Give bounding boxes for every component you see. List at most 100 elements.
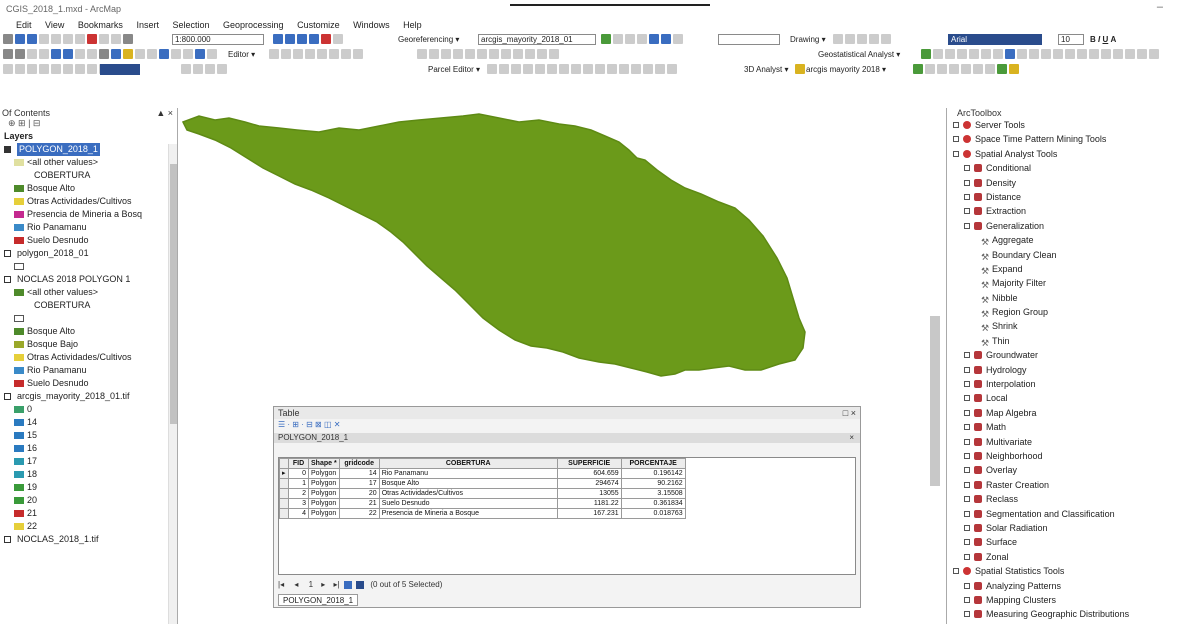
parcel-construct-icon[interactable] (547, 64, 557, 74)
interpolate-polygon-icon[interactable] (985, 64, 995, 74)
toolbox-item[interactable]: Solar Radiation (947, 521, 1177, 535)
toc-row[interactable]: COBERTURA (0, 299, 177, 312)
delete-icon[interactable] (87, 34, 97, 44)
menu-bookmarks[interactable]: Bookmarks (78, 18, 123, 32)
table-cell[interactable]: Polygon (308, 468, 340, 479)
table-cell[interactable]: 22 (338, 508, 380, 519)
toolbox-item[interactable]: Extraction (947, 204, 1177, 218)
table-cell[interactable]: 0.361834 (620, 498, 686, 509)
prev-record-icon[interactable]: ◂ (294, 580, 298, 589)
toc-row[interactable]: Presencia de Mineria a Bosq (0, 208, 177, 221)
table-cell[interactable]: 3.15508 (620, 488, 686, 499)
underline-button[interactable]: U (1102, 35, 1108, 44)
redo-icon[interactable] (111, 34, 121, 44)
toc-row[interactable]: Otras Actividades/Cultivos (0, 351, 177, 364)
toc-row[interactable]: Bosque Alto (0, 325, 177, 338)
adjust-icon[interactable] (1125, 49, 1135, 59)
expand-icon[interactable] (964, 467, 970, 474)
layer-visibility-checkbox[interactable] (4, 146, 11, 153)
toc-row[interactable]: Rio Panamanu (0, 221, 177, 234)
toc-row[interactable]: Rio Panamanu (0, 364, 177, 377)
text-icon[interactable] (869, 34, 879, 44)
rotate-element-icon[interactable] (845, 34, 855, 44)
toolbox-tool[interactable]: ⚒ Aggregate (947, 233, 1177, 247)
toc-tabs[interactable]: ⊕ ⊞ | ⊟ (0, 118, 177, 130)
toc-row[interactable]: COBERTURA (0, 169, 177, 182)
paste-icon[interactable] (75, 34, 85, 44)
expand-icon[interactable] (964, 352, 970, 359)
back-icon[interactable] (51, 49, 61, 59)
parcel-settings-icon[interactable] (655, 64, 665, 74)
expand-icon[interactable] (964, 438, 970, 445)
snap-point-icon[interactable] (417, 49, 427, 59)
expand-icon[interactable] (964, 395, 970, 402)
table-cell[interactable]: 1 (288, 478, 309, 489)
validate-icon[interactable] (477, 49, 487, 59)
interpolate-point-icon[interactable] (961, 64, 971, 74)
toolbox-item[interactable]: Raster Creation (947, 478, 1177, 492)
drawing-label[interactable]: Drawing ▾ (790, 32, 826, 47)
parcel-join-icon[interactable] (511, 64, 521, 74)
table-cell[interactable]: Rio Panamanu (378, 468, 558, 479)
identity-link-icon[interactable] (981, 49, 991, 59)
toolbox-item[interactable]: Zonal (947, 550, 1177, 564)
toc-close-button[interactable]: ▲ × (156, 108, 173, 118)
toc-row[interactable] (0, 312, 177, 325)
parcel-plans-icon[interactable] (595, 64, 605, 74)
map-topology-icon[interactable] (501, 49, 511, 59)
line-of-sight-icon[interactable] (937, 64, 947, 74)
row-selector[interactable]: ▸ (279, 468, 289, 479)
time-slider-icon[interactable] (195, 49, 205, 59)
multi-displacement-icon[interactable] (1017, 49, 1027, 59)
parcel-tools-icon[interactable] (667, 64, 677, 74)
expand-icon[interactable] (964, 165, 970, 172)
column-header[interactable]: Shape * (308, 458, 340, 469)
column-header[interactable]: gridcode (338, 458, 380, 469)
table-cell[interactable]: 0.196142 (620, 468, 686, 479)
parcel-jobs-icon[interactable] (619, 64, 629, 74)
toc-row[interactable]: polygon_2018_01 (0, 247, 177, 260)
zoom-out-icon[interactable] (15, 49, 25, 59)
fit-display-icon[interactable] (601, 34, 611, 44)
control-points-icon[interactable] (649, 34, 659, 44)
expand-icon[interactable] (953, 150, 959, 157)
link-preview-icon[interactable] (1005, 49, 1015, 59)
toolbox-item[interactable]: Mapping Clusters (947, 593, 1177, 607)
table-cell[interactable]: 294674 (556, 478, 622, 489)
html-popup-icon[interactable] (135, 49, 145, 59)
forward-icon[interactable] (63, 49, 73, 59)
save-icon[interactable] (27, 34, 37, 44)
expand-icon[interactable] (964, 452, 970, 459)
toc-row[interactable]: 22 (0, 520, 177, 533)
layer-visibility-checkbox[interactable] (4, 393, 11, 400)
layout-pan-icon[interactable] (15, 64, 25, 74)
expand-icon[interactable] (964, 481, 970, 488)
last-record-icon[interactable]: ▸| (334, 580, 340, 589)
row-selector[interactable] (279, 488, 289, 499)
expand-icon[interactable] (953, 122, 959, 128)
full-extent-icon[interactable] (27, 64, 37, 74)
toc-row[interactable]: Otras Actividades/Cultivos (0, 195, 177, 208)
expand-icon[interactable] (964, 381, 970, 388)
table-tab[interactable]: POLYGON_2018_1 (278, 594, 359, 606)
menu-selection[interactable]: Selection (172, 18, 209, 32)
advanced-editing-icon[interactable] (537, 49, 547, 59)
spatial-adjustment-icon[interactable] (1137, 49, 1147, 59)
sketch-properties-icon[interactable] (341, 49, 351, 59)
arcglobe-icon[interactable] (1009, 64, 1019, 74)
rectangle-icon[interactable] (857, 34, 867, 44)
table-cell[interactable]: Polygon (308, 488, 340, 499)
add-data-icon[interactable] (123, 34, 133, 44)
toc-row[interactable]: 15 (0, 429, 177, 442)
table-cell[interactable]: 1181.22 (556, 498, 622, 509)
toc-row[interactable]: Bosque Alto (0, 182, 177, 195)
table-cell[interactable]: 604.659 (556, 468, 622, 479)
scale-input[interactable]: 1:800.000 (172, 34, 264, 45)
expand-icon[interactable] (964, 496, 970, 503)
toolbox-item[interactable]: Multivariate (947, 435, 1177, 449)
toolbox-tool[interactable]: ⚒ Thin (947, 334, 1177, 348)
swipe-icon[interactable] (207, 49, 217, 59)
split-icon[interactable] (305, 49, 315, 59)
copy-icon[interactable] (63, 34, 73, 44)
toolbox-tool[interactable]: ⚒ Shrink (947, 319, 1177, 333)
